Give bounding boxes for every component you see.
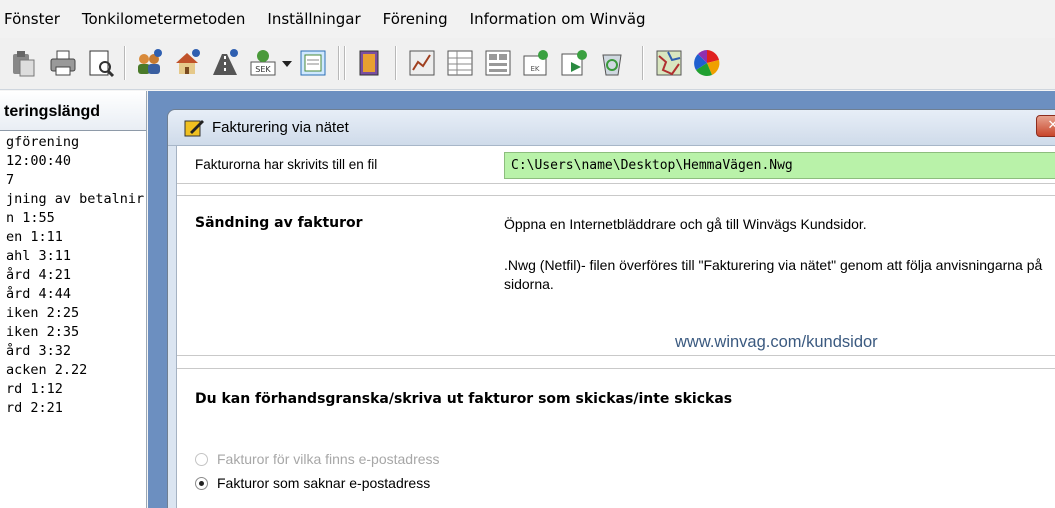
list-item[interactable]: ård 4:21 (0, 266, 146, 285)
send-heading: Sändning av fakturor (195, 215, 363, 231)
radio-without-email[interactable]: Fakturor som saknar e-postadress (195, 475, 430, 491)
print-preview-icon[interactable] (86, 48, 116, 78)
toolbar-separator (344, 46, 346, 80)
toolbar-separator (642, 46, 644, 80)
paste-icon[interactable] (8, 48, 38, 78)
book-icon[interactable] (354, 48, 384, 78)
list-item[interactable]: acken 2.22 (0, 361, 146, 380)
toolbar-separator (338, 46, 340, 80)
new-document-icon[interactable]: EK (521, 48, 551, 78)
list-item[interactable]: ahl 3:11 (0, 247, 146, 266)
svg-text:EK: EK (530, 65, 539, 73)
dialog-title: Fakturering via nätet (212, 119, 349, 136)
menu-installningar[interactable]: Inställningar (267, 10, 360, 28)
map-icon[interactable] (654, 48, 684, 78)
list-item[interactable]: iken 2:35 (0, 323, 146, 342)
sek-label: SEK (255, 65, 271, 74)
house-icon[interactable] (172, 48, 202, 78)
close-button[interactable]: ✕ (1036, 115, 1055, 137)
send-description: Öppna en Internetbläddrare och gå till W… (504, 216, 867, 232)
toolbar: SEK EK (0, 38, 1055, 90)
dialog-titlebar[interactable]: Fakturering via nätet ✕ (168, 110, 1055, 146)
radio-label: Fakturor som saknar e-postadress (217, 475, 431, 491)
file-label: Fakturorna har skrivits till en fil (195, 157, 378, 172)
app-icon (184, 120, 204, 137)
preview-section: Du kan förhandsgranska/skriva ut fakturo… (177, 368, 1055, 508)
dropdown-arrow-icon[interactable] (280, 48, 294, 78)
send-instructions: .Nwg (Netfil)- filen överföres till "Fak… (504, 257, 1043, 292)
list-item[interactable]: en 1:11 (0, 228, 146, 247)
left-panel: teringslängd gförening 12:00:40 7 jning … (0, 91, 147, 508)
menu-fonster[interactable]: Fönster (4, 10, 60, 28)
kundsidor-link[interactable]: www.winvag.com/kundsidor (675, 333, 878, 352)
send-section: Sändning av fakturor Öppna en Internetbl… (177, 195, 1055, 356)
radio-with-email[interactable]: Fakturor för vilka finns e-postadress (195, 451, 440, 467)
file-path-field[interactable]: C:\Users\name\Desktop\HemmaVägen.Nwg (504, 152, 1055, 179)
menu-bar: Fönster Tonkilometermetoden Inställninga… (0, 0, 1055, 38)
list-item[interactable]: ård 3:32 (0, 342, 146, 361)
list-item[interactable]: jning av betalnir (0, 190, 146, 209)
menu-tonkilometermetoden[interactable]: Tonkilometermetoden (82, 10, 246, 28)
export-icon[interactable] (559, 48, 589, 78)
list-item[interactable]: n 1:55 (0, 209, 146, 228)
color-wheel-icon[interactable] (692, 48, 722, 78)
recycle-bin-icon[interactable] (597, 48, 627, 78)
list-item[interactable]: rd 1:12 (0, 380, 146, 399)
toolbar-separator (395, 46, 397, 80)
list-item[interactable]: 7 (0, 171, 146, 190)
menu-forening[interactable]: Förening (383, 10, 448, 28)
table-icon[interactable] (445, 48, 475, 78)
mdi-workspace: Fakturering via nätet ✕ Fakturorna har s… (148, 91, 1055, 508)
document-icon[interactable] (298, 48, 328, 78)
list-item[interactable]: 12:00:40 (0, 152, 146, 171)
radio-button[interactable] (195, 476, 208, 490)
list-item[interactable]: ård 4:44 (0, 285, 146, 304)
chart-icon[interactable] (407, 48, 437, 78)
print-icon[interactable] (48, 48, 78, 78)
currency-sek-icon[interactable]: SEK (248, 48, 278, 78)
radio-button[interactable] (195, 452, 208, 466)
list-item[interactable]: gförening (0, 133, 146, 152)
menu-information-om-winvag[interactable]: Information om Winväg (470, 10, 646, 28)
panel-tab[interactable]: teringslängd (0, 91, 146, 131)
dialog-content: Fakturorna har skrivits till en fil C:\U… (176, 146, 1055, 508)
list-item[interactable]: rd 2:21 (0, 399, 146, 418)
toolbar-separator (124, 46, 126, 80)
list-item[interactable]: iken 2:25 (0, 304, 146, 323)
members-icon[interactable] (134, 48, 164, 78)
road-icon[interactable] (210, 48, 240, 78)
list-icon[interactable] (483, 48, 513, 78)
dialog-window: Fakturering via nätet ✕ Fakturorna har s… (167, 109, 1055, 508)
file-row: Fakturorna har skrivits till en fil C:\U… (177, 146, 1055, 184)
radio-label: Fakturor för vilka finns e-postadress (217, 451, 440, 467)
panel-list: gförening 12:00:40 7 jning av betalnir n… (0, 131, 146, 418)
preview-heading: Du kan förhandsgranska/skriva ut fakturo… (195, 391, 733, 407)
